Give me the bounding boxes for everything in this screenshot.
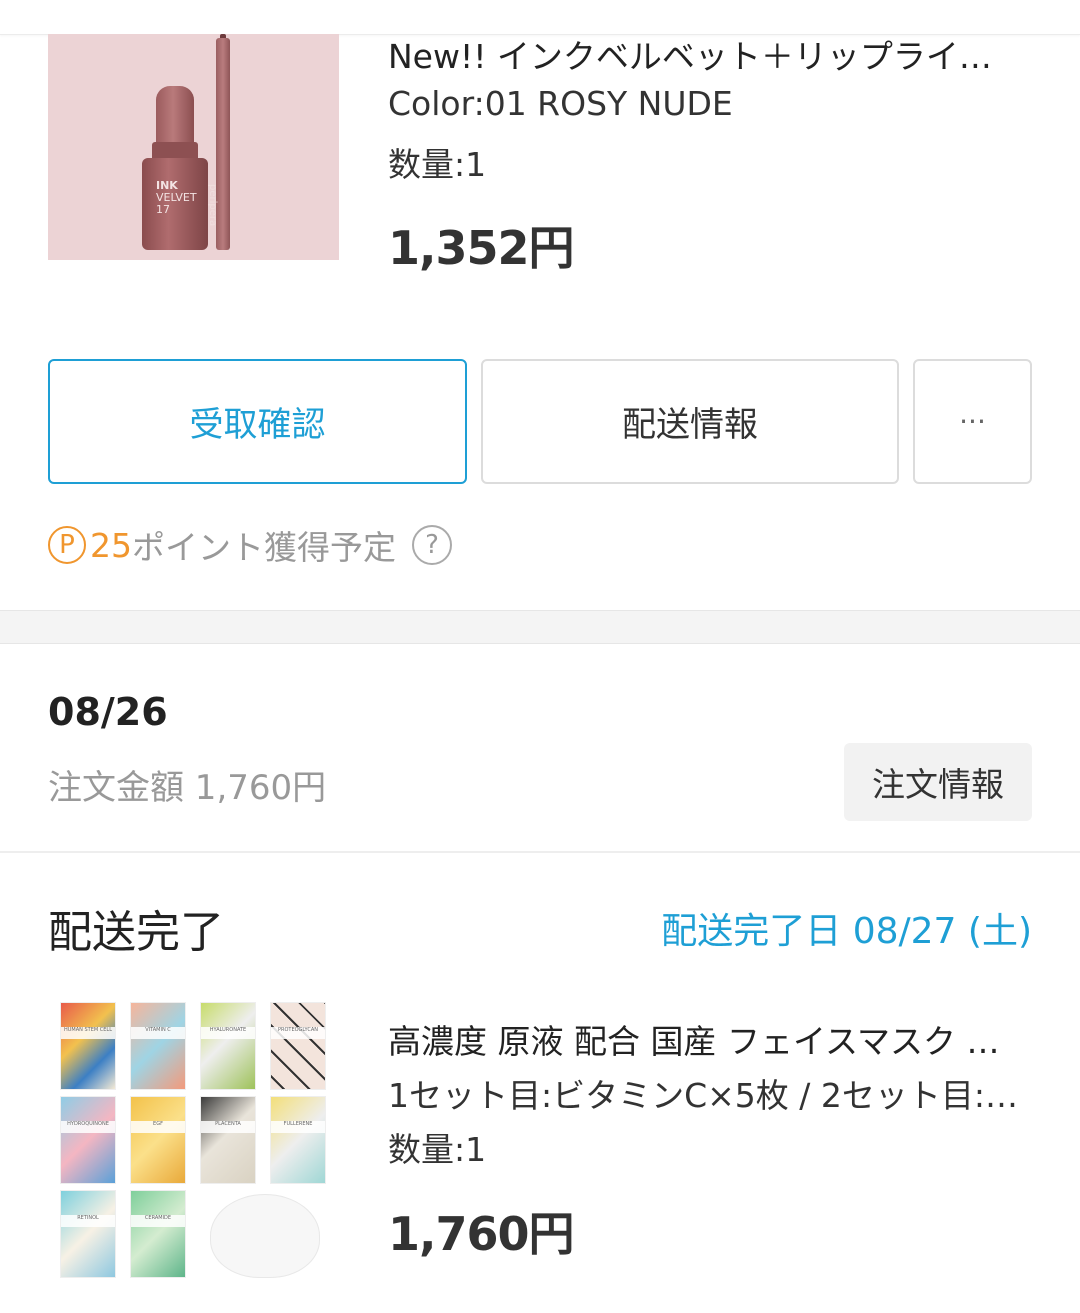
more-button[interactable]: ··· (913, 359, 1032, 484)
lip-liner (216, 38, 230, 250)
mask-pack: VITAMIN C (130, 1002, 186, 1090)
order-amount: 注文金額 1,760円 (48, 768, 327, 808)
product-quantity: 数量:1 (388, 145, 487, 184)
product-price: 1,352円 (388, 221, 575, 275)
more-icon: ··· (959, 405, 986, 438)
brand-label: peripera (207, 184, 218, 227)
points-label: ポイント獲得予定 (132, 528, 396, 567)
product-option: 1セット目:ビタミンC×5枚 / 2セット目:… (388, 1076, 1019, 1115)
mask-pack: RETINOL (60, 1190, 116, 1278)
shipping-info-label: 配送情報 (622, 405, 758, 445)
points-amount: 25 (90, 525, 132, 565)
product-price: 1,760円 (388, 1207, 575, 1261)
product-color: Color:01 ROSY NUDE (388, 84, 733, 123)
shipping-info-button[interactable]: 配送情報 (481, 359, 899, 484)
order-date: 08/26 (48, 690, 168, 734)
mask-pack: HYDROQUINONE (60, 1096, 116, 1184)
sheet-mask (210, 1194, 320, 1278)
product-name[interactable]: New!! インクベルベット＋リップライ… (388, 30, 992, 78)
mask-pack: HYALURONATE (200, 1002, 256, 1090)
mask-pack: CERAMIDE (130, 1190, 186, 1278)
mask-pack: PLACENTA (200, 1096, 256, 1184)
bottle-cap (156, 86, 194, 146)
points-icon: P (48, 526, 86, 564)
product-name[interactable]: 高濃度 原液 配合 国産 フェイスマスク … (388, 1015, 999, 1063)
mask-pack: FULLERENE (270, 1096, 326, 1184)
mask-pack: EGF (130, 1096, 186, 1184)
delivery-date-link[interactable]: 配送完了日 08/27 (土) (661, 902, 1032, 954)
points-row: P 25 ポイント獲得予定 ? (48, 522, 452, 568)
receive-confirm-button[interactable]: 受取確認 (48, 359, 467, 484)
divider (0, 851, 1080, 853)
order-info-button[interactable]: 注文情報 (844, 743, 1032, 821)
bottle-label: INK VELVET 17 (156, 179, 197, 216)
product-quantity: 数量:1 (388, 1130, 487, 1169)
section-separator (0, 610, 1080, 644)
help-icon[interactable]: ? (412, 525, 452, 565)
mask-pack: PROTEOGLYCAN (270, 1002, 326, 1090)
mask-pack: HUMAN STEM CELL (60, 1002, 116, 1090)
product-image-face-masks[interactable]: HUMAN STEM CELL VITAMIN C HYALURONATE PR… (48, 990, 339, 1282)
order-info-label: 注文情報 (872, 765, 1004, 804)
product-image-ink-velvet[interactable]: peripera INK VELVET 17 (48, 34, 339, 260)
delivery-status: 配送完了 (48, 907, 224, 958)
receive-confirm-label: 受取確認 (189, 405, 326, 445)
